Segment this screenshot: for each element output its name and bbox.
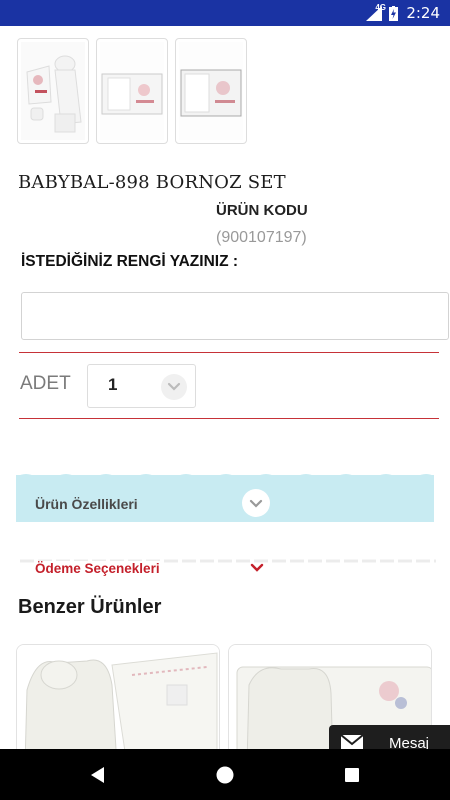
similar-products-title: Benzer Ürünler: [18, 596, 162, 618]
product-code-label: ÜRÜN KODU: [216, 202, 308, 219]
product-features-label: Ürün Özellikleri: [35, 496, 138, 512]
color-field-label: İSTEDİĞİNİZ RENGİ YAZINIZ :: [21, 253, 239, 270]
wave-decoration: [16, 474, 434, 481]
product-image-1: [21, 42, 85, 140]
quantity-value: 1: [108, 375, 118, 394]
product-features-accordion[interactable]: Ürün Özellikleri: [16, 474, 434, 522]
chevron-down-icon: [161, 374, 187, 400]
recent-apps-icon[interactable]: [340, 763, 364, 787]
clock: 2:24: [406, 4, 440, 22]
product-image-2: [100, 42, 164, 140]
back-icon[interactable]: [86, 763, 110, 787]
quantity-label: ADET: [20, 373, 71, 394]
product-code-value: (900107197): [216, 229, 307, 246]
navigation-bar: [0, 749, 450, 800]
similar-product-card[interactable]: [16, 644, 220, 764]
battery-icon: [389, 6, 398, 21]
product-thumbnail-1[interactable]: [17, 38, 89, 144]
payment-options-label[interactable]: Ödeme Seçenekleri: [35, 561, 164, 576]
signal-icon: [366, 6, 382, 21]
chevron-down-icon[interactable]: [242, 489, 270, 517]
product-thumbnail-2[interactable]: [96, 38, 168, 144]
quantity-select[interactable]: 1: [87, 364, 196, 408]
divider: [19, 418, 439, 419]
product-thumbnail-3[interactable]: [175, 38, 247, 144]
product-image: [17, 645, 219, 763]
product-image-3: [179, 42, 243, 140]
divider: [19, 352, 439, 353]
message-button[interactable]: Mesaj: [329, 725, 450, 752]
chevron-down-icon[interactable]: [249, 561, 265, 575]
product-name: BABYBAL-898 BORNOZ SET: [18, 172, 286, 193]
status-bar: 4G 2:24: [0, 0, 450, 26]
color-input[interactable]: [21, 292, 449, 340]
home-icon[interactable]: [213, 763, 237, 787]
